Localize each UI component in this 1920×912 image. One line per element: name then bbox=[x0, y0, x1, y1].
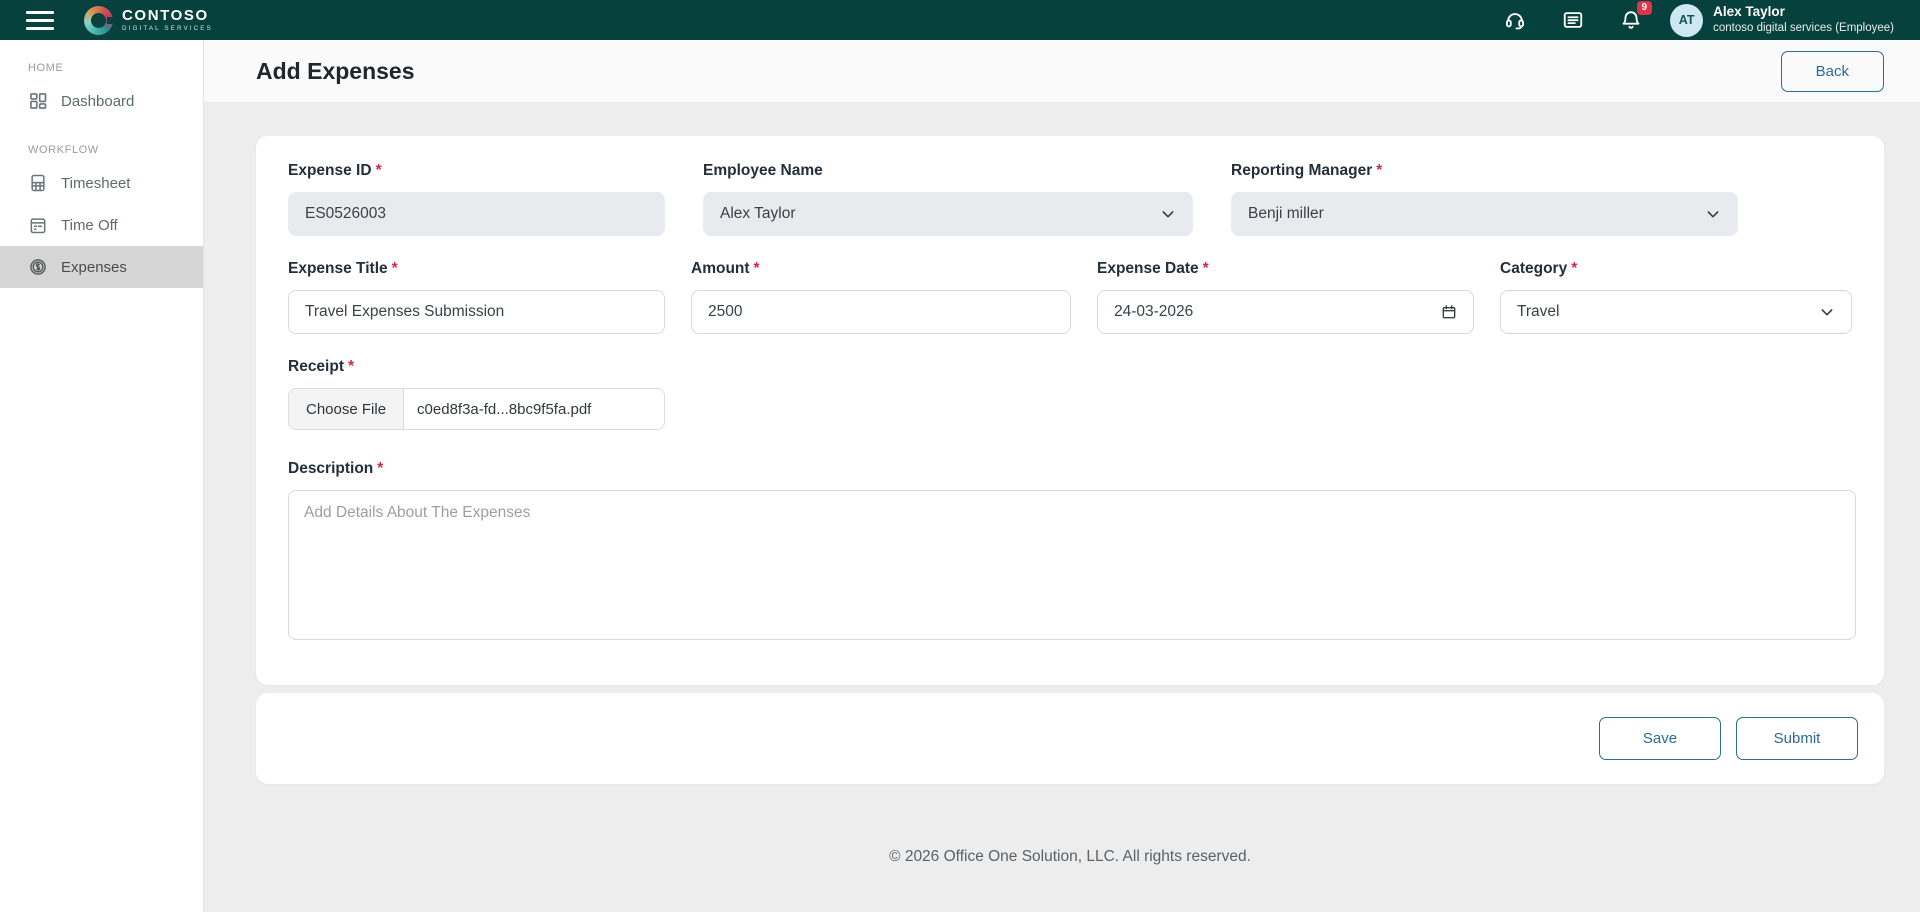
description-field-group: Description* bbox=[288, 460, 1856, 645]
brand-logo[interactable]: CONTOSO DIGITAL SERVICES bbox=[84, 6, 213, 35]
sidebar-item-label: Expenses bbox=[61, 259, 127, 276]
amount-field-group: Amount* bbox=[691, 260, 1071, 334]
receipt-field-group: Receipt* Choose File c0ed8f3a-fd...8bc9f… bbox=[288, 358, 1856, 430]
expense-date-input[interactable]: 24-03-2026 bbox=[1097, 290, 1474, 334]
form-actions-card: Save Submit bbox=[256, 693, 1884, 784]
description-textarea[interactable] bbox=[288, 490, 1856, 640]
sidebar-section-home: HOME bbox=[28, 62, 203, 74]
brand-name: CONTOSO bbox=[122, 8, 213, 23]
submit-button[interactable]: Submit bbox=[1736, 717, 1858, 760]
required-marker: * bbox=[376, 162, 382, 179]
user-name: Alex Taylor bbox=[1713, 4, 1894, 21]
brand-tagline: DIGITAL SERVICES bbox=[122, 26, 213, 32]
receipt-label: Receipt* bbox=[288, 358, 1856, 376]
employee-name-field-group: Employee Name Alex Taylor bbox=[703, 162, 1193, 236]
main-area: Add Expenses Back Expense ID* Employee N… bbox=[204, 0, 1920, 892]
dollar-coin-icon bbox=[28, 257, 48, 277]
expense-date-field-group: Expense Date* 24-03-2026 bbox=[1097, 260, 1474, 334]
calendar-picker-icon bbox=[1441, 304, 1457, 320]
expense-title-label: Expense Title* bbox=[288, 260, 665, 278]
expense-id-input[interactable] bbox=[288, 192, 665, 236]
required-marker: * bbox=[1571, 260, 1577, 277]
chevron-down-icon bbox=[1819, 304, 1835, 320]
sidebar-item-label: Timesheet bbox=[61, 175, 130, 192]
notification-count-badge: 9 bbox=[1637, 1, 1653, 15]
expense-id-label: Expense ID* bbox=[288, 162, 665, 180]
save-button[interactable]: Save bbox=[1599, 717, 1721, 760]
sidebar-item-timeoff[interactable]: Time Off bbox=[0, 204, 203, 246]
sidebar: HOME Dashboard WORKFLOW Timesheet bbox=[0, 40, 204, 912]
avatar: AT bbox=[1670, 4, 1703, 37]
employee-name-label: Employee Name bbox=[703, 162, 1193, 180]
page-title: Add Expenses bbox=[256, 58, 415, 85]
sidebar-item-label: Dashboard bbox=[61, 93, 134, 110]
menu-hamburger-icon[interactable] bbox=[26, 11, 54, 30]
sidebar-item-expenses[interactable]: Expenses bbox=[0, 246, 203, 288]
expense-date-label: Expense Date* bbox=[1097, 260, 1474, 278]
user-subtitle: contoso digital services (Employee) bbox=[1713, 21, 1894, 35]
page-title-bar: Add Expenses Back bbox=[204, 40, 1920, 102]
category-select[interactable]: Travel bbox=[1500, 290, 1852, 334]
required-marker: * bbox=[348, 358, 354, 375]
contoso-logo-icon bbox=[84, 6, 113, 35]
dashboard-grid-icon bbox=[28, 91, 48, 111]
expense-title-field-group: Expense Title* bbox=[288, 260, 665, 334]
notifications-bell-icon[interactable]: 9 bbox=[1620, 9, 1642, 31]
required-marker: * bbox=[754, 260, 760, 277]
category-field-group: Category* Travel bbox=[1500, 260, 1852, 334]
sidebar-section-workflow: WORKFLOW bbox=[28, 144, 203, 156]
required-marker: * bbox=[377, 460, 383, 477]
employee-name-select[interactable]: Alex Taylor bbox=[703, 192, 1193, 236]
timesheet-icon bbox=[28, 173, 48, 193]
required-marker: * bbox=[1203, 260, 1209, 277]
sidebar-item-dashboard[interactable]: Dashboard bbox=[0, 80, 203, 122]
reporting-manager-label: Reporting Manager* bbox=[1231, 162, 1738, 180]
reporting-manager-field-group: Reporting Manager* Benji miller bbox=[1231, 162, 1738, 236]
copyright-footer: © 2026 Office One Solution, LLC. All rig… bbox=[256, 784, 1884, 892]
expense-title-input[interactable] bbox=[288, 290, 665, 334]
choose-file-button[interactable]: Choose File bbox=[289, 389, 404, 429]
headset-icon[interactable] bbox=[1504, 9, 1526, 31]
chevron-down-icon bbox=[1160, 206, 1176, 222]
amount-input[interactable] bbox=[691, 290, 1071, 334]
chevron-down-icon bbox=[1705, 206, 1721, 222]
receipt-file-input[interactable]: Choose File c0ed8f3a-fd...8bc9f5fa.pdf bbox=[288, 388, 665, 430]
description-label: Description* bbox=[288, 460, 1856, 478]
sidebar-item-label: Time Off bbox=[61, 217, 118, 234]
receipt-filename: c0ed8f3a-fd...8bc9f5fa.pdf bbox=[404, 389, 604, 429]
reporting-manager-select[interactable]: Benji miller bbox=[1231, 192, 1738, 236]
calendar-icon bbox=[28, 215, 48, 235]
user-menu[interactable]: AT Alex Taylor contoso digital services … bbox=[1670, 4, 1894, 37]
required-marker: * bbox=[1376, 162, 1382, 179]
amount-label: Amount* bbox=[691, 260, 1071, 278]
expense-id-field-group: Expense ID* bbox=[288, 162, 665, 236]
sidebar-item-timesheet[interactable]: Timesheet bbox=[0, 162, 203, 204]
newsfeed-icon[interactable] bbox=[1562, 9, 1584, 31]
category-label: Category* bbox=[1500, 260, 1852, 278]
app-header: CONTOSO DIGITAL SERVICES 9 bbox=[0, 0, 1920, 40]
back-button[interactable]: Back bbox=[1781, 51, 1884, 92]
expense-form-card: Expense ID* Employee Name Alex Taylor bbox=[256, 136, 1884, 685]
required-marker: * bbox=[392, 260, 398, 277]
